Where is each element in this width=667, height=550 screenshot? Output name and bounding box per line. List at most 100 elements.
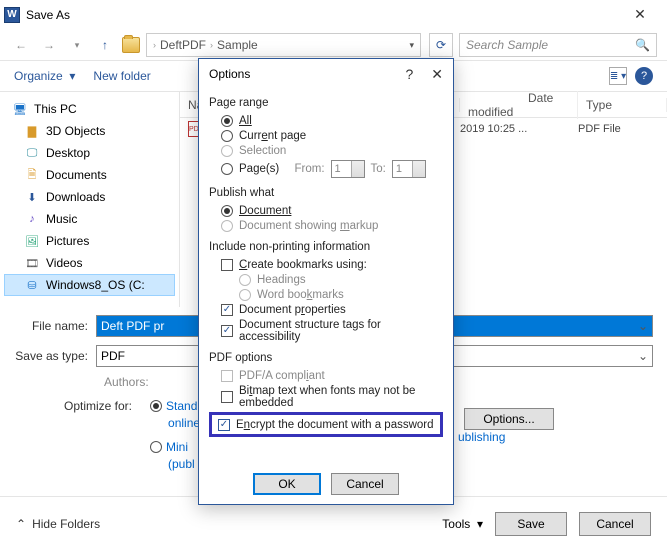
dialog-close-icon[interactable]: ✕ [431, 66, 443, 83]
checkbox-icon: ✓ [221, 325, 233, 337]
radio-icon [150, 400, 162, 412]
pdfa-checkbox: PDF/A compliant [209, 368, 443, 383]
save-button[interactable]: Save [495, 512, 567, 536]
tree-downloads[interactable]: ⬇Downloads [4, 186, 175, 208]
doc-properties-checkbox[interactable]: ✓Document properties [209, 302, 443, 317]
publish-document-radio[interactable]: Document [209, 203, 443, 218]
refresh-button[interactable]: ⟳ [429, 33, 453, 57]
bookmarks-headings-radio: Headings [209, 272, 443, 287]
options-button[interactable]: Options... [464, 408, 554, 430]
view-button[interactable]: ≣ ▾ [609, 67, 627, 85]
checkbox-icon [221, 259, 233, 271]
dialog-cancel-button[interactable]: Cancel [331, 473, 399, 495]
chevron-right-icon: › [153, 40, 156, 50]
col-date[interactable]: Date modified [460, 91, 578, 119]
folder-tree: 🖥This PC ▇3D Objects 🖵Desktop 🗎Documents… [0, 92, 180, 307]
radio-icon [221, 145, 233, 157]
checkbox-icon: ✓ [218, 419, 230, 431]
tree-drive-c[interactable]: ⛁Windows8_OS (C: [4, 274, 175, 296]
section-pdf-options: PDF options [209, 352, 443, 364]
desktop-icon: 🖵 [24, 145, 40, 161]
bookmarks-word-radio: Word bookmarks [209, 287, 443, 302]
breadcrumb-segment[interactable]: DeftPDF [160, 38, 206, 52]
bitmap-text-checkbox[interactable]: Bitmap text when fonts may not be embedd… [209, 383, 443, 410]
new-folder-button[interactable]: New folder [93, 69, 150, 83]
dialog-ok-button[interactable]: OK [253, 473, 321, 495]
tree-this-pc[interactable]: 🖥This PC [4, 98, 175, 120]
dialog-help-icon[interactable]: ? [405, 66, 413, 83]
checkbox-icon: ✓ [221, 304, 233, 316]
saveastype-label: Save as type: [14, 349, 96, 363]
optimize-minimum-radio[interactable]: Mini [150, 440, 200, 454]
optimize-minimum-extra: (publ [150, 457, 200, 471]
tree-3d-objects[interactable]: ▇3D Objects [4, 120, 175, 142]
optimize-label: Optimize for: [64, 399, 140, 413]
breadcrumb[interactable]: › DeftPDF › Sample ▾ [146, 33, 421, 57]
folder-icon [122, 37, 140, 53]
create-bookmarks-checkbox[interactable]: Create bookmarks using: [209, 257, 443, 272]
pagerange-all-radio[interactable]: All [209, 113, 443, 128]
chevron-down-icon[interactable]: ▾ [409, 40, 414, 51]
pagerange-current-radio[interactable]: Current page [209, 128, 443, 143]
organize-button[interactable]: Organize ▾ [14, 69, 75, 83]
dialog-titlebar: Options ? ✕ [199, 59, 453, 89]
col-type[interactable]: Type [578, 98, 667, 112]
tree-music[interactable]: ♪Music [4, 208, 175, 230]
tree-videos[interactable]: 🎞Videos [4, 252, 175, 274]
tools-menu[interactable]: Tools ▾ [442, 517, 483, 531]
close-icon[interactable]: ✕ [617, 6, 663, 23]
section-nonprinting: Include non-printing information [209, 241, 443, 253]
window-title: Save As [26, 8, 70, 22]
radio-icon [239, 289, 251, 301]
structure-tags-checkbox[interactable]: ✓Document structure tags for accessibili… [209, 317, 443, 344]
section-page-range: Page range [209, 97, 443, 109]
optimize-minimum-label: Mini [166, 440, 188, 454]
search-input[interactable]: Search Sample 🔍 [459, 33, 657, 57]
dialog-footer: OK Cancel [199, 464, 453, 504]
pages-to-spinner[interactable]: 1 [392, 160, 426, 178]
filename-label: File name: [14, 319, 96, 333]
dialog-title: Options [209, 67, 250, 81]
pagerange-pages-radio[interactable]: Page(s) From: 1 To: 1 [209, 158, 443, 179]
folder-icon: ▇ [24, 123, 40, 139]
encrypt-highlight: ✓Encrypt the document with a password [209, 412, 443, 437]
downloads-icon: ⬇ [24, 189, 40, 205]
pagerange-selection-radio: Selection [209, 143, 443, 158]
chevron-right-icon: › [210, 40, 213, 50]
search-placeholder: Search Sample [466, 38, 548, 52]
publish-markup-radio: Document showing markup [209, 218, 443, 233]
tree-documents[interactable]: 🗎Documents [4, 164, 175, 186]
optimize-trail-text: ublishing [458, 430, 505, 444]
checkbox-icon [221, 391, 233, 403]
pictures-icon: 🖼 [24, 233, 40, 249]
section-publish: Publish what [209, 187, 443, 199]
file-date: 2019 10:25 ... [460, 123, 578, 135]
optimize-standard-label: Stand [166, 399, 197, 413]
nav-bar: ← → ▾ ↑ › DeftPDF › Sample ▾ ⟳ Search Sa… [0, 30, 667, 60]
tree-pictures[interactable]: 🖼Pictures [4, 230, 175, 252]
radio-icon [221, 115, 233, 127]
breadcrumb-segment[interactable]: Sample [217, 38, 258, 52]
optimize-standard-radio[interactable]: Stand [150, 399, 200, 413]
forward-button: → [38, 34, 60, 56]
optimize-standard-extra: online [150, 416, 200, 430]
checkbox-icon [221, 370, 233, 382]
radio-icon [221, 163, 233, 175]
recent-dropdown-icon[interactable]: ▾ [66, 34, 88, 56]
radio-icon [221, 205, 233, 217]
encrypt-checkbox[interactable]: ✓Encrypt the document with a password [218, 417, 434, 432]
documents-icon: 🗎 [24, 167, 40, 183]
file-type: PDF File [578, 123, 667, 135]
help-icon[interactable]: ? [635, 67, 653, 85]
tree-desktop[interactable]: 🖵Desktop [4, 142, 175, 164]
back-button[interactable]: ← [10, 34, 32, 56]
hide-folders-toggle[interactable]: ⌃ Hide Folders [16, 517, 100, 531]
options-dialog: Options ? ✕ Page range All Current page … [198, 58, 454, 505]
radio-icon [150, 441, 162, 453]
music-icon: ♪ [24, 211, 40, 227]
pages-from-spinner[interactable]: 1 [331, 160, 365, 178]
up-button[interactable]: ↑ [94, 34, 116, 56]
radio-icon [239, 274, 251, 286]
radio-icon [221, 130, 233, 142]
cancel-button[interactable]: Cancel [579, 512, 651, 536]
